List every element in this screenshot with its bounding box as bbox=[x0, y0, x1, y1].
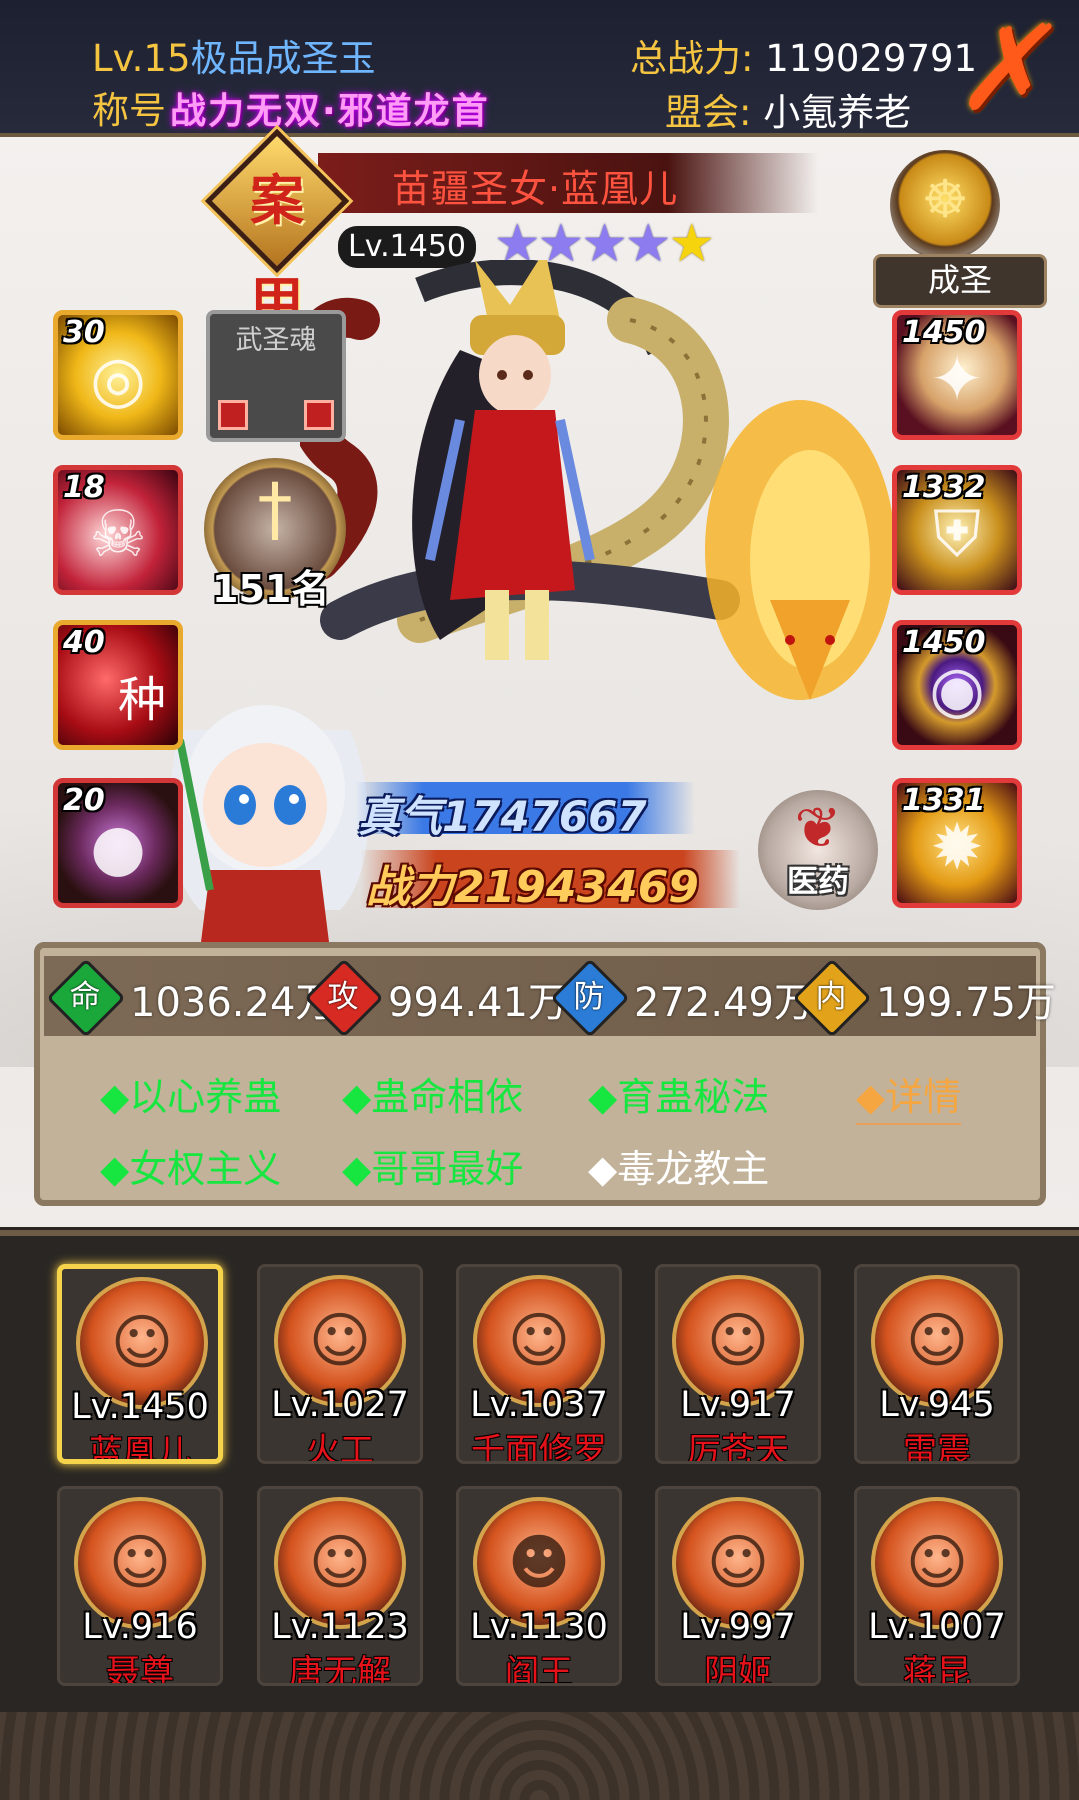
hero-card-name: 阴姬 bbox=[704, 1653, 772, 1686]
health-icon-label: 命 bbox=[69, 979, 101, 1015]
hero-card-level: Lv.1007 bbox=[868, 1607, 1006, 1647]
hero-card-name: 唐无解 bbox=[289, 1653, 391, 1686]
hero-card[interactable]: ☺ Lv.1027 火工 bbox=[257, 1264, 423, 1464]
hero-illustration bbox=[300, 260, 895, 700]
hero-card[interactable]: ☻ Lv.1130 阎王 bbox=[456, 1486, 622, 1686]
martial-soul-label: 武圣魂 bbox=[235, 325, 317, 356]
internal-value: 199.75万 bbox=[876, 980, 1056, 1026]
trait-item: ◆哥哥最好 bbox=[342, 1147, 524, 1191]
equipment-level: 1450 bbox=[902, 625, 986, 660]
guild-name: 小氪养老 bbox=[763, 91, 912, 134]
skill-slot-4[interactable]: ● 20 bbox=[53, 778, 183, 908]
total-power-value: 119029791 bbox=[765, 37, 978, 80]
hero-roster: ☺ Lv.1450 蓝凰儿 ☺ Lv.1027 火工 ☺ Lv.1037 千面修… bbox=[0, 1230, 1079, 1718]
medicine-button[interactable]: ❦ 医药 bbox=[758, 790, 878, 910]
internal-icon-label: 内 bbox=[815, 979, 847, 1015]
guild-row: 盟会: 小氪养老 bbox=[665, 82, 911, 136]
equipment-level: 1332 bbox=[902, 470, 986, 505]
hero-card-name: 火工 bbox=[306, 1431, 374, 1464]
hero-card[interactable]: ☺ Lv.916 聂尊 bbox=[57, 1486, 223, 1686]
hero-card[interactable]: ☺ Lv.917 厉苍天 bbox=[655, 1264, 821, 1464]
skill-slot-1[interactable]: ◎ 30 bbox=[53, 310, 183, 440]
skill-level: 40 bbox=[63, 625, 105, 660]
hero-card[interactable]: ☺ Lv.1123 唐无解 bbox=[257, 1486, 423, 1686]
herb-icon: ❦ bbox=[794, 796, 842, 861]
skill-level: 30 bbox=[63, 315, 105, 350]
player-level: Lv.15 bbox=[92, 37, 191, 80]
trait-item: ◆女权主义 bbox=[100, 1147, 282, 1191]
player-title-row: 称号 战力无双·邪道龙首 bbox=[92, 80, 490, 134]
hero-card-level: Lv.1450 bbox=[71, 1387, 209, 1427]
player-rank-name: 极品成圣玉 bbox=[190, 37, 376, 80]
hero-card-level: Lv.916 bbox=[82, 1607, 198, 1647]
trait-item: ◆育蛊秘法 bbox=[588, 1075, 770, 1119]
gem-socket-icon bbox=[218, 400, 248, 430]
total-power-row: 总战力: 119029791 bbox=[630, 28, 977, 82]
hero-card-level: Lv.917 bbox=[680, 1385, 796, 1425]
quality-label: 案甲 bbox=[250, 169, 304, 334]
hero-card-name: 蒋昆 bbox=[903, 1653, 971, 1686]
equipment-slot-3[interactable]: ◉ 1450 bbox=[892, 620, 1022, 750]
hero-card-level: Lv.945 bbox=[879, 1385, 995, 1425]
trait-item: ◆以心养蛊 bbox=[100, 1075, 282, 1119]
realm-emblem-icon[interactable]: ☸ bbox=[890, 150, 1000, 260]
equipment-level: 1450 bbox=[902, 315, 986, 350]
qi-value: 真气1747667 bbox=[358, 792, 647, 841]
hero-card-name: 蓝凰儿 bbox=[89, 1433, 191, 1464]
equipment-slot-1[interactable]: ✦ 1450 bbox=[892, 310, 1022, 440]
hero-card[interactable]: ☺ Lv.1007 蒋昆 bbox=[854, 1486, 1020, 1686]
trait-item: ◆毒龙教主 bbox=[588, 1147, 770, 1191]
attack-icon-label: 攻 bbox=[327, 979, 359, 1015]
trait-item: ◆蛊命相依 bbox=[342, 1075, 524, 1119]
skill-level: 18 bbox=[63, 470, 105, 505]
defense-icon-label: 防 bbox=[573, 979, 605, 1015]
skill-level: 20 bbox=[63, 783, 105, 818]
hero-card-name: 厉苍天 bbox=[687, 1431, 789, 1464]
hero-card-name: 雷震 bbox=[903, 1431, 971, 1464]
hero-card[interactable]: ☺ Lv.945 雷震 bbox=[854, 1264, 1020, 1464]
guild-label: 盟会: bbox=[665, 91, 752, 134]
equipment-level: 1331 bbox=[902, 783, 986, 818]
title-label: 称号 bbox=[92, 89, 166, 132]
defense-value: 272.49万 bbox=[634, 980, 814, 1026]
hero-card-level: Lv.1037 bbox=[470, 1385, 608, 1425]
attribute-row: 命 1036.24万 攻 994.41万 防 272.49万 内 199.75万 bbox=[44, 956, 1056, 1038]
skill-slot-2[interactable]: ☠ 18 bbox=[53, 465, 183, 595]
skill-slot-3[interactable]: 种 40 bbox=[53, 620, 183, 750]
player-level-rank: Lv.15极品成圣玉 bbox=[92, 28, 375, 82]
hero-card-name: 千面修罗 bbox=[471, 1431, 607, 1464]
attack-value: 994.41万 bbox=[388, 980, 568, 1026]
hero-card-name: 聂尊 bbox=[106, 1653, 174, 1686]
gem-socket-icon bbox=[304, 400, 334, 430]
footer-pattern bbox=[0, 1712, 1079, 1800]
total-power-label: 总战力: bbox=[630, 37, 754, 80]
hero-card[interactable]: ☺ Lv.1450 蓝凰儿 bbox=[57, 1264, 223, 1464]
hero-card-level: Lv.1123 bbox=[271, 1607, 409, 1647]
sword-icon: † bbox=[257, 468, 293, 550]
details-link[interactable]: ◆详情 bbox=[856, 1066, 962, 1125]
hero-card-name: 阎王 bbox=[505, 1653, 573, 1686]
ranking-text: 151名 bbox=[212, 567, 330, 611]
hero-name: 苗疆圣女·蓝凰儿 bbox=[392, 167, 679, 211]
martial-soul-slot[interactable]: 武圣魂 bbox=[206, 310, 346, 442]
hero-card-level: Lv.997 bbox=[680, 1607, 796, 1647]
player-title: 战力无双·邪道龙首 bbox=[170, 91, 490, 132]
hero-card-level: Lv.1027 bbox=[271, 1385, 409, 1425]
close-icon[interactable]: ✗ bbox=[945, 0, 1074, 137]
meditating-figure-icon: ☸ bbox=[921, 170, 969, 230]
hero-card[interactable]: ☺ Lv.1037 千面修罗 bbox=[456, 1264, 622, 1464]
medicine-label: 医药 bbox=[787, 864, 849, 900]
top-bar: Lv.15极品成圣玉 称号 战力无双·邪道龙首 总战力: 119029791 盟会… bbox=[0, 0, 1079, 137]
hero-card-level: Lv.1130 bbox=[470, 1607, 608, 1647]
hero-card[interactable]: ☺ Lv.997 阴姬 bbox=[655, 1486, 821, 1686]
health-value: 1036.24万 bbox=[130, 980, 336, 1026]
equipment-slot-2[interactable]: ⛨ 1332 bbox=[892, 465, 1022, 595]
combat-power-value: 战力21943469 bbox=[366, 862, 699, 913]
equipment-slot-4[interactable]: ✹ 1331 bbox=[892, 778, 1022, 908]
stats-panel: 命 1036.24万 攻 994.41万 防 272.49万 内 199.75万… bbox=[34, 942, 1056, 1206]
